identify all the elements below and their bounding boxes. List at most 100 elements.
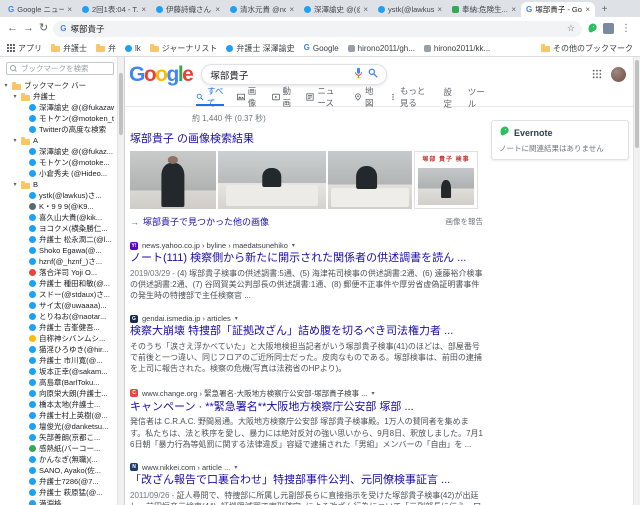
result-url-row[interactable]: Y! news.yahoo.co.jp › byline › maedatsune… [130,241,483,250]
browser-tab[interactable]: ystk(@lawkus...× [373,2,447,17]
sidebar-scrollbar[interactable] [117,57,124,505]
tab-close-icon[interactable]: × [289,5,294,14]
result-menu-caret-icon[interactable]: ▾ [234,464,237,471]
tab-close-icon[interactable]: × [511,5,516,14]
bookmark-item-row[interactable]: K・9 9 9(@K9... [0,201,124,212]
bookmark-item-row[interactable]: 猫淫ひろゆき(@hir... [0,344,124,355]
bookmark-item-row[interactable]: 深澤諭史 @(@fukazaw... [0,102,124,113]
bookmark-item-row[interactable]: 弁護士 吉峯健吾... [0,322,124,333]
bookmark-item-row[interactable]: SANO, Ayako(佐... [0,465,124,476]
bookmark-item-row[interactable]: 坂本正幸(@sakam... [0,366,124,377]
bookmark-search-box[interactable] [6,62,114,75]
bookmark-bar-item[interactable]: ジャーナリスト [149,43,217,54]
expand-arrow-icon[interactable]: ▾ [12,93,18,100]
tab-close-icon[interactable]: × [67,5,72,14]
bookmark-item-row[interactable]: 落合洋司 Yoji O... [0,267,124,278]
result-title-link[interactable]: キャンペーン · **緊急署名**大阪地方検察庁公安部 塚部 ... [130,401,483,415]
search-tab-more[interactable]: もっと見る [389,86,431,108]
image-result-thumbnail[interactable] [328,151,412,209]
result-menu-caret-icon[interactable]: ▾ [292,242,295,249]
google-apps-grid-icon[interactable] [592,66,602,84]
bookmark-item-row[interactable]: Shoko Egawa(@... [0,245,124,256]
bookmark-item-row[interactable]: 喜久山大貴(@kik... [0,212,124,223]
bookmark-bar-item[interactable]: hirono2011/kk... [423,44,490,53]
reload-button[interactable]: ↻ [39,23,48,34]
bookmark-item-row[interactable]: hznf(@_hznf_)さ... [0,256,124,267]
address-bar[interactable]: G 塚部貴子 ☆ [53,20,582,37]
search-submit-icon[interactable] [368,68,378,81]
bookmark-item-row[interactable]: 弁護士村上英樹(@... [0,410,124,421]
bookmark-item-row[interactable]: モトケン(@motoken_t... [0,113,124,124]
bookmark-item-row[interactable]: とりねお(@naotar... [0,311,124,322]
tab-close-icon[interactable]: × [141,5,146,14]
result-title-link[interactable]: 検察大崩壊 特捜部「証拠改ざん」詰め腹を切るべき司法権力者 ... [130,325,483,339]
browser-tab[interactable]: GGoogle ニュー...× [3,2,77,17]
bookmark-bar-item[interactable]: hirono2011/gh... [347,44,415,53]
extension-icon[interactable] [603,23,614,34]
search-tab-image[interactable]: 画像 [236,86,259,108]
browser-tab[interactable]: G塚部貴子 - Go...× [521,2,595,17]
image-result-thumbnail[interactable] [130,151,216,209]
bookmark-bar-item[interactable]: 弁護士 [51,43,87,54]
sidebar-scrollbar-thumb[interactable] [119,73,123,135]
expand-arrow-icon[interactable]: ▾ [12,181,18,188]
back-button[interactable]: ← [7,23,18,34]
bookmark-bar-item[interactable]: 弁 [96,43,116,54]
bookmark-item-row[interactable]: 橋本太地(弁護士... [0,399,124,410]
result-url-row[interactable]: Nwww.nikkei.com › article ... ▾ [130,463,483,472]
browser-tab[interactable]: 伊藤詩織さんま...× [151,2,225,17]
bookmark-item-row[interactable]: 感熱紙(バーコー... [0,443,124,454]
forward-button[interactable]: → [23,23,34,34]
bookmark-item-row[interactable]: 弁護士 萩原猛(@... [0,487,124,498]
bookmark-bar-item[interactable]: lk [125,44,141,53]
browser-menu-icon[interactable]: ⋮ [619,23,633,34]
bookmark-item-row[interactable]: 矢部善朗(京都こ... [0,432,124,443]
bookmark-item-row[interactable]: ヨコクメ(横粂勝仁... [0,223,124,234]
google-search-box[interactable]: 塚部貴子 [201,64,388,85]
bookmark-item-row[interactable]: 小倉秀夫 (@Hideo... [0,168,124,179]
search-tab-news[interactable]: ニュース [306,86,341,108]
bookmark-search-input[interactable] [21,64,110,73]
browser-tab[interactable]: 深澤諭史 @(@fu...× [299,2,373,17]
bookmark-item-row[interactable]: 弁護士 種田和敏(@... [0,278,124,289]
browser-tab[interactable]: 奉納:危険生... × [447,2,521,17]
image-results-heading[interactable]: 塚部貴子 の画像検索結果 [130,130,483,146]
tab-close-icon[interactable]: × [215,5,220,14]
evernote-extension-icon[interactable] [587,23,598,34]
bookmark-item-row[interactable]: スドー(@stdaux)さ... [0,289,124,300]
bookmark-item-row[interactable]: モトケン(@motoke... [0,157,124,168]
bookmark-folder-row[interactable]: ▾ 弁護士 [0,91,124,102]
page-scrollbar[interactable] [633,57,640,505]
bookmark-item-row[interactable]: サイ太(@uwaaaa)... [0,300,124,311]
bookmark-item-row[interactable]: 深澤諭史 @(@fukaz... [0,146,124,157]
expand-arrow-icon[interactable]: ▾ [12,137,18,144]
bookmark-bar-item[interactable]: G Google [304,44,339,53]
browser-tab[interactable]: 2回1表:04 - T... × [77,2,151,17]
bookmark-item-row[interactable]: 弁護士7286(@7... [0,476,124,487]
microphone-icon[interactable] [354,67,363,82]
bookmark-item-row[interactable]: 弁護士 市川寛(@... [0,355,124,366]
search-tab-video[interactable]: 動画 [271,86,294,108]
bookmark-folder-row[interactable]: ▾ A [0,135,124,146]
result-url-row[interactable]: Cwww.change.org › 緊急署名-大阪地方検察庁公安部-塚部貴子検事… [130,388,483,399]
result-title-link[interactable]: 「改ざん報告で口裏合わせ」特捜部事件公判、元同僚検事証言 ... [130,474,483,488]
expand-arrow-icon[interactable]: ▾ [3,82,9,89]
result-title-link[interactable]: ノート(111) 検察側から新たに開示された関係者の供述調書を読ん ... [130,252,483,266]
browser-tab[interactable]: 清水元貴 @no...× [225,2,299,17]
bookmark-item-row[interactable]: かんなぎ(無職)(... [0,454,124,465]
image-result-thumbnail[interactable]: 塚部 貴子 検事 [414,151,478,209]
image-result-thumbnail[interactable] [218,151,326,209]
bookmark-bar-item[interactable]: アプリ [7,43,42,54]
bookmark-item-row[interactable]: 満淵格... [0,498,124,505]
bookmark-item-row[interactable]: ystk(@lawkus)さ... [0,190,124,201]
profile-avatar[interactable] [611,67,626,82]
other-bookmarks-button[interactable]: その他のブックマーク [541,43,633,54]
page-scrollbar-thumb[interactable] [635,60,639,148]
bookmark-item-row[interactable]: 向原栄大朗(弁護士... [0,388,124,399]
more-images-link[interactable]: 塚部貴子で見つかった他の画像 [143,215,269,228]
bookmark-item-row[interactable]: 自称神シバンムシ... [0,333,124,344]
bookmark-item-row[interactable]: Twitterの高度な検索 [0,124,124,135]
bookmark-item-row[interactable]: 高島章(BarlToku... [0,377,124,388]
search-tab-search[interactable]: すべて [196,86,224,108]
bookmark-bar-item[interactable]: 弁護士 深澤諭史 [226,43,295,54]
